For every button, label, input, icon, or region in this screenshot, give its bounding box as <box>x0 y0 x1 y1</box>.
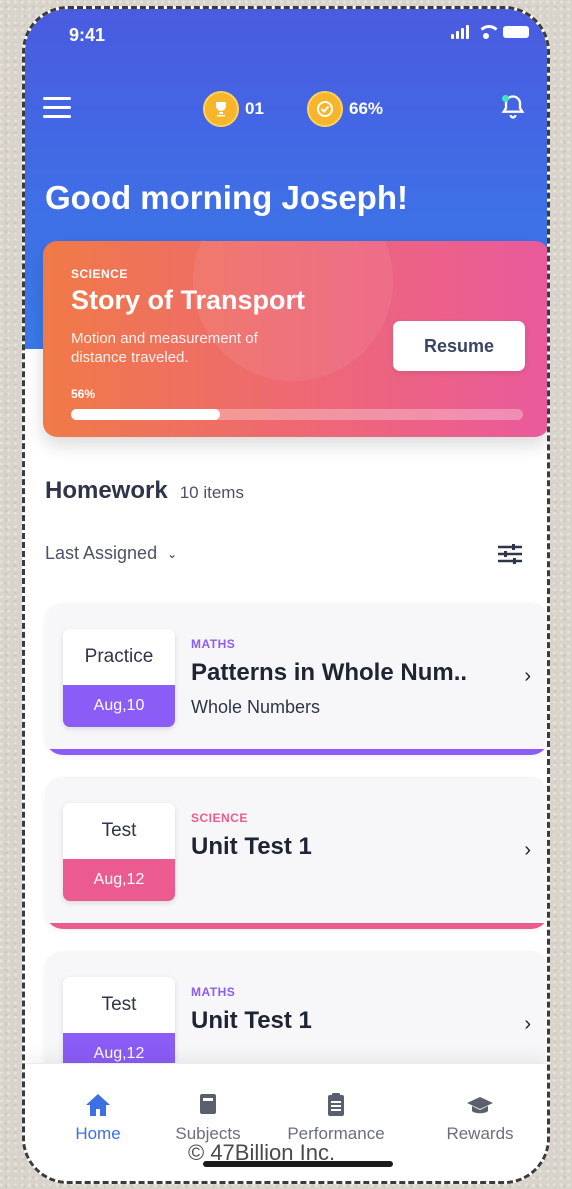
homework-header: Homework 10 items <box>45 477 244 505</box>
trophy-icon <box>203 91 239 127</box>
homework-title: Unit Test 1 <box>191 833 312 860</box>
greeting: Good morning Joseph! <box>45 179 408 216</box>
battery-icon <box>503 26 529 38</box>
homework-subject: MATHS <box>191 637 236 651</box>
homework-date: Aug,10 <box>63 685 175 727</box>
nav-rewards[interactable]: Rewards <box>425 1092 535 1144</box>
homework-topic: Whole Numbers <box>191 697 321 717</box>
filter-button[interactable] <box>495 539 525 569</box>
phone-frame: 9:41 01 66% Good morning Joseph! SCIENCE… <box>22 6 550 1184</box>
date-badge: Test Aug,12 <box>63 977 175 1075</box>
lesson-title: Story of Transport <box>71 285 306 315</box>
book-icon <box>200 1094 216 1114</box>
clipboard-icon <box>328 1093 344 1116</box>
homework-subject: MATHS <box>191 985 236 999</box>
copyright-watermark: © 47Billion Inc. <box>188 1140 336 1165</box>
graduation-cap-icon <box>467 1097 493 1114</box>
chevron-right-icon: › <box>524 839 531 861</box>
notification-dot <box>502 95 509 102</box>
nav-rewards-label: Rewards <box>446 1124 514 1143</box>
homework-accent <box>45 749 547 755</box>
progress-percent: 66% <box>349 99 384 118</box>
homework-accent <box>45 923 547 929</box>
homework-type: Test <box>101 994 137 1015</box>
status-bar: 9:41 <box>25 9 547 69</box>
date-badge: Test Aug,12 <box>63 803 175 901</box>
chevron-right-icon: › <box>524 665 531 687</box>
homework-subject: SCIENCE <box>191 811 248 825</box>
status-time: 9:41 <box>69 25 106 45</box>
trophy-stat: 01 <box>203 91 264 127</box>
lesson-subject: SCIENCE <box>71 267 128 281</box>
homework-date: Aug,12 <box>63 859 175 901</box>
filter-sliders-icon <box>498 544 522 564</box>
lesson-percent: 56% <box>71 387 96 401</box>
nav-performance[interactable]: Performance <box>281 1092 391 1144</box>
sort-label: Last Assigned <box>45 543 158 563</box>
top-bar: 01 66% <box>25 87 547 131</box>
homework-card[interactable]: Practice Aug,10 MATHS Patterns in Whole … <box>45 603 547 755</box>
notifications-button[interactable] <box>499 93 529 125</box>
nav-home[interactable]: Home <box>43 1092 153 1144</box>
signal-icon <box>451 25 469 39</box>
menu-button[interactable] <box>43 97 71 121</box>
check-circle-icon <box>307 91 343 127</box>
homework-type: Test <box>101 820 137 841</box>
chevron-right-icon: › <box>524 1013 531 1035</box>
lesson-description: Motion and measurement of distance trave… <box>71 330 258 366</box>
homework-type: Practice <box>84 646 154 667</box>
lesson-progress-bar <box>71 409 523 420</box>
status-icons <box>451 25 529 39</box>
trophy-count: 01 <box>245 99 264 118</box>
menu-icon <box>43 97 71 100</box>
chevron-down-icon: ⌄ <box>167 546 178 561</box>
nav-subjects[interactable]: Subjects <box>153 1092 263 1144</box>
lesson-progress-fill <box>71 409 221 420</box>
homework-title: Unit Test 1 <box>191 1007 312 1034</box>
nav-home-label: Home <box>75 1124 121 1143</box>
homework-title: Patterns in Whole Num.. <box>191 659 468 686</box>
home-icon <box>86 1094 110 1116</box>
resume-button[interactable]: Resume <box>393 321 525 371</box>
homework-title: Homework <box>45 477 168 504</box>
sort-dropdown[interactable]: Last Assigned ⌄ <box>45 543 177 564</box>
homework-count: 10 items <box>179 483 244 502</box>
progress-stat: 66% <box>307 91 383 127</box>
date-badge: Practice Aug,10 <box>63 629 175 727</box>
homework-card[interactable]: Test Aug,12 SCIENCE Unit Test 1 › <box>45 777 547 929</box>
wifi-icon <box>477 25 501 39</box>
current-lesson-card[interactable]: SCIENCE Story of Transport Motion and me… <box>43 241 547 437</box>
